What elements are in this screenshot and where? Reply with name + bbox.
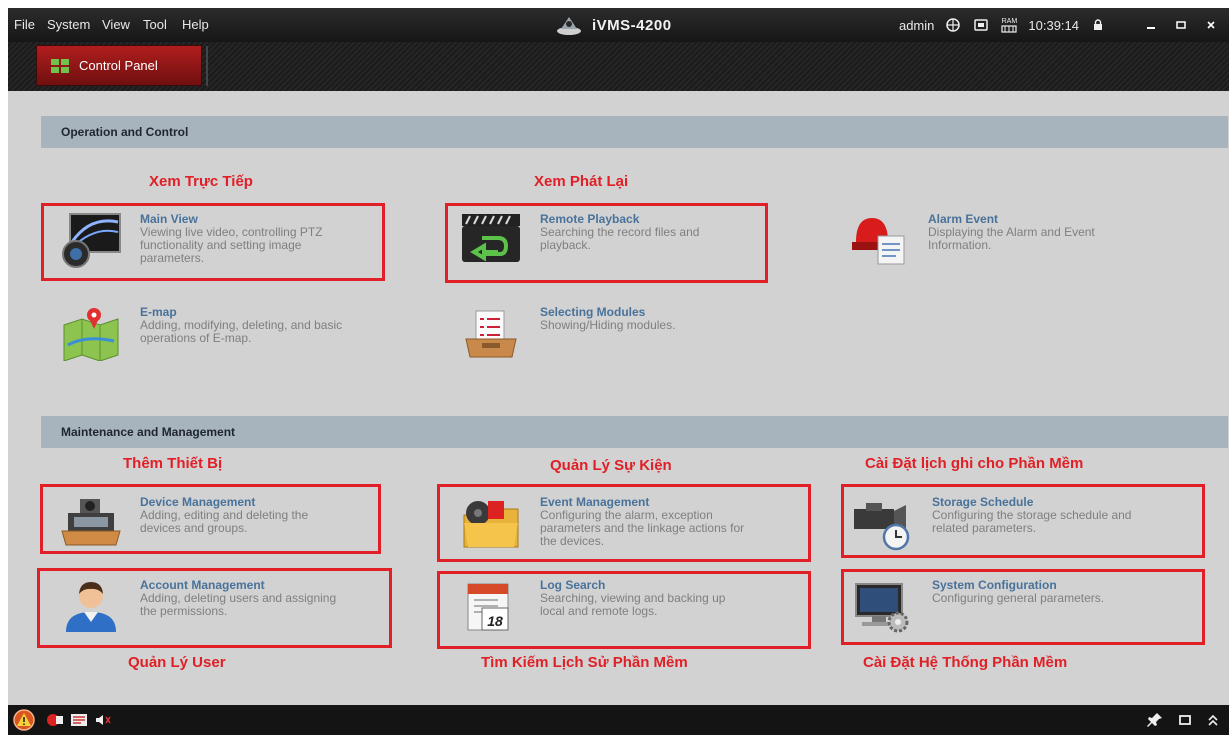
annotation-user-management: Quản Lý User bbox=[128, 654, 226, 671]
module-title: Device Management bbox=[140, 495, 256, 509]
calendar-log-icon: 18 bbox=[467, 583, 509, 631]
module-log-search[interactable]: 18 Log Search Searching, viewing and bac… bbox=[460, 578, 800, 634]
network-icon bbox=[944, 17, 962, 33]
menu-system[interactable]: System bbox=[47, 17, 90, 32]
module-title: Storage Schedule bbox=[932, 495, 1034, 509]
monitor-gear-icon bbox=[855, 583, 909, 633]
event-folder-icon bbox=[463, 501, 519, 548]
module-desc: Viewing live video, controlling PTZ func… bbox=[140, 225, 323, 265]
cpu-icon bbox=[972, 17, 990, 33]
playback-icon bbox=[462, 214, 520, 262]
menu-tool[interactable]: Tool bbox=[143, 17, 167, 32]
tab-bar: Control Panel bbox=[8, 42, 1229, 91]
section-maintenance-management: Maintenance and Management bbox=[41, 416, 1228, 448]
annotation-system-config: Cài Đặt Hệ Thống Phần Mềm bbox=[863, 654, 1068, 671]
module-desc: Searching, viewing and backing up local … bbox=[540, 591, 726, 618]
alarm-warning-icon[interactable] bbox=[10, 705, 38, 735]
clock: 10:39:14 bbox=[1028, 17, 1079, 33]
camera-logo-icon bbox=[557, 17, 581, 35]
user-icon bbox=[66, 582, 116, 632]
module-title: Log Search bbox=[540, 578, 606, 592]
maximize-icon[interactable] bbox=[1171, 16, 1191, 34]
module-desc: Adding, editing and deleting the devices… bbox=[140, 508, 309, 535]
module-title: Alarm Event bbox=[928, 212, 999, 226]
module-emap[interactable]: E-map Adding, modifying, deleting, and b… bbox=[60, 305, 400, 365]
audio-mute-icon[interactable] bbox=[92, 705, 114, 735]
ram-label: RAM bbox=[1001, 17, 1018, 25]
menu-file[interactable]: File bbox=[14, 17, 35, 32]
module-title: System Configuration bbox=[932, 578, 1057, 592]
module-storage-schedule[interactable]: Storage Schedule Configuring the storage… bbox=[852, 495, 1197, 551]
module-desc: Adding, modifying, deleting, and basic o… bbox=[140, 318, 343, 345]
event-list-icon[interactable] bbox=[68, 705, 90, 735]
module-desc: Searching the record files and playback. bbox=[540, 225, 700, 252]
pin-icon[interactable] bbox=[1144, 705, 1166, 735]
window-restore-icon[interactable] bbox=[1174, 705, 1196, 735]
modules-tray-icon bbox=[465, 310, 517, 358]
annotation-add-device: Thêm Thiết Bị bbox=[123, 455, 223, 472]
module-desc: Displaying the Alarm and Event Informati… bbox=[928, 225, 1095, 252]
module-title: Event Management bbox=[540, 495, 650, 509]
section-title: Operation and Control bbox=[61, 125, 189, 139]
tab-label: Control Panel bbox=[79, 58, 158, 73]
device-icon bbox=[61, 499, 121, 546]
menu-help[interactable]: Help bbox=[182, 17, 209, 32]
module-device-management[interactable]: Device Management Adding, editing and de… bbox=[60, 495, 380, 551]
calendar-day: 18 bbox=[487, 613, 503, 629]
camcorder-clock-icon bbox=[854, 503, 910, 551]
map-icon bbox=[63, 308, 119, 361]
section-operation-control: Operation and Control bbox=[41, 116, 1228, 148]
annotation-playback: Xem Phát Lại bbox=[534, 173, 629, 190]
module-selecting-modules[interactable]: Selecting Modules Showing/Hiding modules… bbox=[460, 305, 760, 365]
control-panel-icon bbox=[51, 58, 69, 73]
ram-icon: RAM bbox=[1000, 17, 1018, 33]
lock-icon[interactable] bbox=[1089, 17, 1107, 33]
module-title: Selecting Modules bbox=[540, 305, 646, 319]
tab-control-panel[interactable]: Control Panel bbox=[36, 45, 202, 86]
module-system-configuration[interactable]: System Configuration Configuring general… bbox=[852, 578, 1192, 634]
module-desc: Showing/Hiding modules. bbox=[540, 318, 676, 332]
status-area: admin RAM 10:39:14 bbox=[899, 8, 1221, 42]
module-desc: Configuring the alarm, exception paramet… bbox=[540, 508, 745, 548]
module-alarm-event[interactable]: Alarm Event Displaying the Alarm and Eve… bbox=[848, 212, 1168, 272]
module-account-management[interactable]: Account Management Adding, deleting user… bbox=[60, 578, 390, 634]
app-window: File System View Tool Help iVMS-4200 adm… bbox=[8, 8, 1229, 735]
close-icon[interactable] bbox=[1201, 16, 1221, 34]
menu-bar: File System View Tool Help iVMS-4200 adm… bbox=[8, 8, 1229, 42]
module-title: Remote Playback bbox=[540, 212, 640, 226]
module-desc: Adding, deleting users and assigning the… bbox=[140, 591, 337, 618]
module-title: E-map bbox=[140, 305, 177, 319]
status-bar bbox=[8, 705, 1229, 735]
module-desc: Configuring the storage schedule and rel… bbox=[932, 508, 1132, 535]
menu-view[interactable]: View bbox=[102, 17, 130, 32]
annotation-log-search: Tìm Kiếm Lịch Sử Phần Mềm bbox=[481, 654, 688, 671]
annotation-live-view: Xem Trực Tiếp bbox=[149, 173, 253, 190]
module-main-view[interactable]: Main View Viewing live video, controllin… bbox=[60, 212, 380, 272]
module-remote-playback[interactable]: Remote Playback Searching the record fil… bbox=[460, 212, 760, 272]
module-event-management[interactable]: Event Management Configuring the alarm, … bbox=[460, 495, 805, 559]
alarm-record-icon[interactable] bbox=[44, 705, 66, 735]
annotation-event-management: Quản Lý Sự Kiện bbox=[550, 457, 672, 474]
alarm-event-icon bbox=[852, 218, 905, 265]
collapse-up-icon[interactable] bbox=[1202, 705, 1224, 735]
tab-separator bbox=[206, 46, 208, 86]
app-title-text: iVMS-4200 bbox=[592, 16, 672, 34]
annotation-storage-schedule: Cài Đặt lịch ghi cho Phần Mềm bbox=[865, 455, 1084, 472]
section-title: Maintenance and Management bbox=[61, 425, 236, 439]
module-desc: Configuring general parameters. bbox=[932, 591, 1105, 605]
minimize-icon[interactable] bbox=[1141, 16, 1161, 34]
module-title: Account Management bbox=[140, 578, 265, 592]
user-name: admin bbox=[898, 17, 935, 33]
app-title: iVMS-4200 bbox=[556, 13, 672, 37]
live-video-icon bbox=[62, 213, 121, 268]
module-title: Main View bbox=[140, 212, 198, 226]
